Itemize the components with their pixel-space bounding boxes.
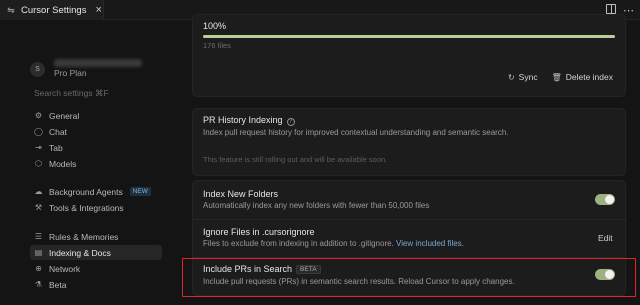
ignore-files-desc: Files to exclude from indexing in additi… bbox=[203, 239, 464, 248]
index-new-folders-title: Index New Folders bbox=[203, 189, 279, 199]
sidebar-item-label: Tab bbox=[49, 142, 63, 153]
sidebar-item-general[interactable]: ⚙ General bbox=[30, 108, 162, 123]
main-panel: 100% 176 files ↻ Sync 🗑 Delete index PR … bbox=[168, 14, 640, 305]
sidebar-item-label: Models bbox=[49, 158, 77, 169]
sync-button[interactable]: ↻ Sync bbox=[508, 72, 538, 82]
info-icon[interactable]: ? bbox=[286, 118, 295, 126]
sidebar-item-label: Network bbox=[49, 263, 81, 274]
sync-icon: ↻ bbox=[507, 72, 515, 82]
progress-fill bbox=[203, 35, 615, 38]
split-editor-icon[interactable] bbox=[606, 4, 616, 14]
pr-history-title: PR History Indexing? bbox=[203, 115, 295, 126]
cloud-icon: ☁ bbox=[34, 187, 43, 196]
sidebar-item-chat[interactable]: ◯ Chat bbox=[30, 124, 162, 139]
sidebar-item-beta[interactable]: ⚗ Beta bbox=[30, 277, 162, 292]
toggle-knob bbox=[605, 195, 614, 204]
trash-icon: 🗑 bbox=[551, 72, 562, 82]
edit-ignore-button[interactable]: Edit bbox=[598, 233, 613, 243]
tab-icon: ⇥ bbox=[35, 143, 42, 152]
ignore-files-title: Ignore Files in .cursorignore bbox=[203, 227, 315, 237]
sidebar-item-label: Chat bbox=[49, 126, 67, 137]
sidebar-item-models[interactable]: ⬡ Models bbox=[30, 156, 162, 171]
sidebar: S Pro Plan Search settings ⌘F ⚙ General ◯ C… bbox=[0, 20, 168, 305]
codebase-index-card: 100% 176 files ↻ Sync 🗑 Delete index bbox=[192, 14, 626, 97]
sidebar-item-label: Beta bbox=[49, 279, 67, 290]
beta-icon: ⚗ bbox=[34, 280, 43, 289]
chat-icon: ◯ bbox=[34, 127, 43, 136]
delete-index-button[interactable]: 🗑 Delete index bbox=[552, 72, 613, 82]
sidebar-item-tools-integrations[interactable]: ⚒ Tools & Integrations bbox=[30, 200, 162, 215]
divider bbox=[193, 219, 627, 220]
rules-icon: ☰ bbox=[34, 232, 43, 241]
sidebar-item-label: Background Agents bbox=[49, 186, 123, 197]
search-settings-input[interactable]: Search settings ⌘F bbox=[34, 88, 109, 99]
pr-history-title-text: PR History Indexing bbox=[203, 115, 283, 125]
settings-icon: ⇋ bbox=[7, 5, 15, 15]
index-new-folders-toggle[interactable] bbox=[595, 194, 615, 205]
sidebar-item-network[interactable]: ⊕ Network bbox=[30, 261, 162, 276]
progress-bar bbox=[203, 35, 615, 38]
tab-title: Cursor Settings bbox=[21, 4, 87, 16]
view-included-files-link[interactable]: View included files. bbox=[396, 239, 464, 248]
new-badge: NEW bbox=[129, 187, 151, 196]
database-icon: ▤ bbox=[34, 248, 43, 257]
settings-tab[interactable]: ⇋ Cursor Settings × bbox=[0, 0, 104, 20]
ignore-files-desc-text: Files to exclude from indexing in additi… bbox=[203, 239, 394, 248]
globe-icon: ⊕ bbox=[35, 264, 42, 273]
files-count: 176 files bbox=[203, 41, 231, 50]
progress-label: 100% bbox=[203, 21, 227, 31]
highlight-box bbox=[182, 258, 636, 297]
cube-icon: ⬡ bbox=[35, 159, 42, 168]
sidebar-item-tab[interactable]: ⇥ Tab bbox=[30, 140, 162, 155]
delete-index-label: Delete index bbox=[565, 72, 613, 82]
sidebar-item-indexing-docs[interactable]: ▤ Indexing & Docs bbox=[30, 245, 162, 260]
pr-history-note: This feature is still rolling out and wi… bbox=[203, 155, 388, 164]
user-plan: Pro Plan bbox=[54, 68, 87, 78]
more-actions-icon[interactable]: ⋯ bbox=[623, 4, 634, 17]
sidebar-item-label: General bbox=[49, 110, 80, 121]
index-new-folders-desc: Automatically index any new folders with… bbox=[203, 201, 430, 210]
tools-icon: ⚒ bbox=[34, 203, 43, 212]
avatar: S bbox=[30, 62, 45, 77]
close-icon[interactable]: × bbox=[95, 5, 101, 16]
sidebar-item-label: Rules & Memories bbox=[49, 231, 119, 242]
index-actions: ↻ Sync 🗑 Delete index bbox=[508, 72, 613, 82]
sidebar-item-label: Tools & Integrations bbox=[49, 202, 124, 213]
sidebar-item-rules-memories[interactable]: ☰ Rules & Memories bbox=[30, 229, 162, 244]
pr-history-card: PR History Indexing? Index pull request … bbox=[192, 108, 626, 176]
pr-history-desc: Index pull request history for improved … bbox=[203, 128, 509, 137]
sync-label: Sync bbox=[518, 72, 538, 82]
gear-icon: ⚙ bbox=[34, 111, 43, 120]
user-email-redacted bbox=[54, 59, 142, 67]
sidebar-item-label: Indexing & Docs bbox=[49, 247, 111, 258]
sidebar-item-background-agents[interactable]: ☁ Background Agents NEW bbox=[30, 184, 162, 199]
